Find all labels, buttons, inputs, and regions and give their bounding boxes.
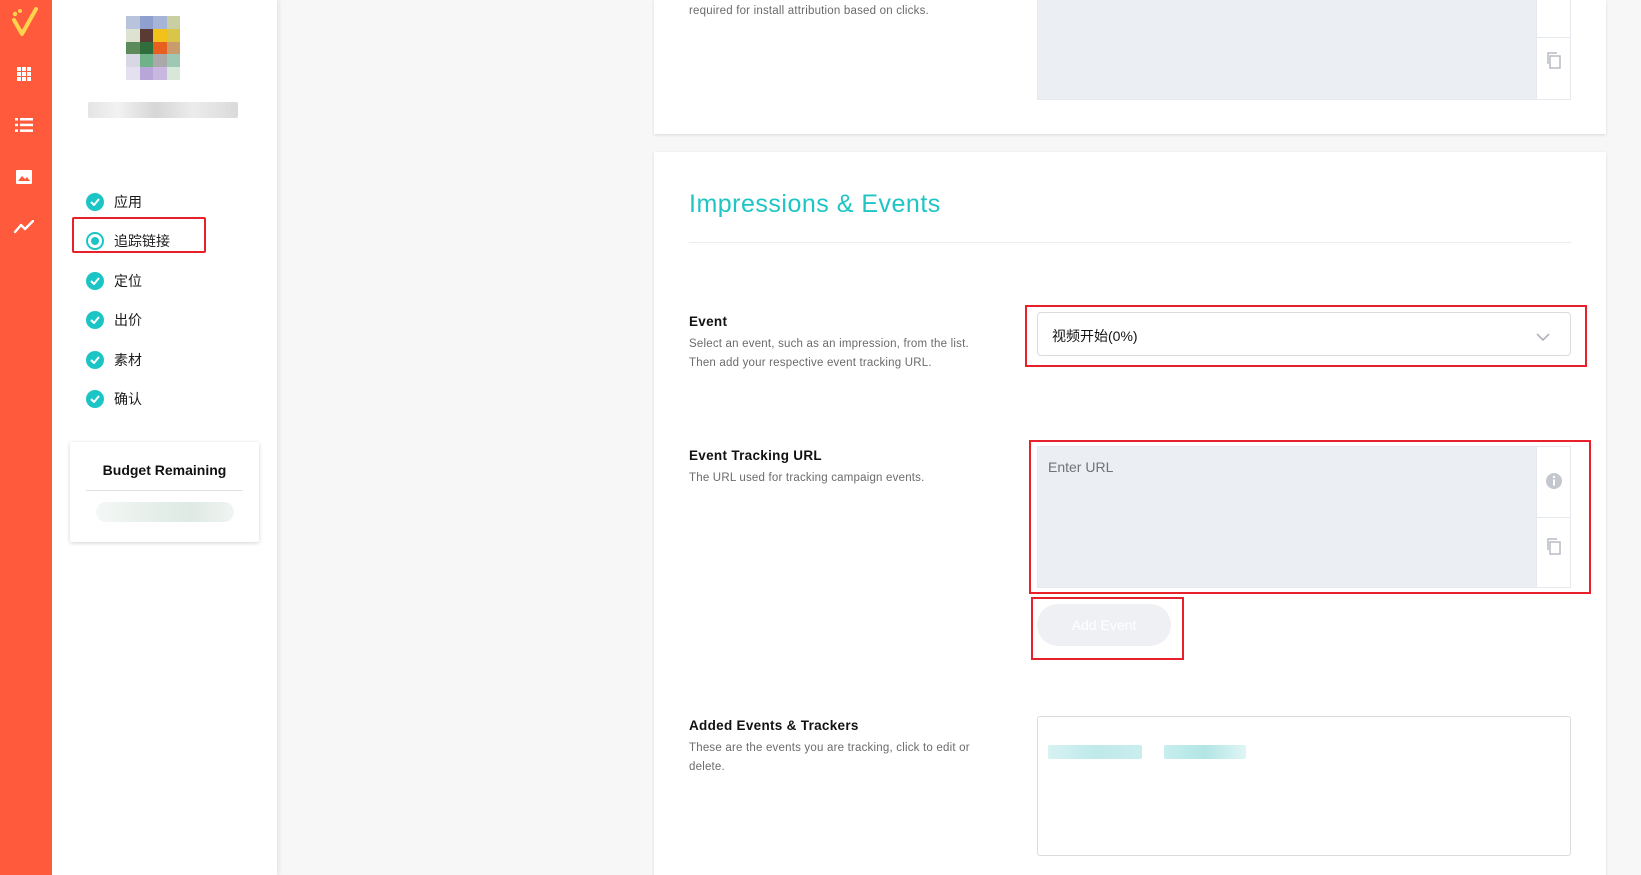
step-label: 定位 [114, 272, 142, 289]
step-app[interactable]: 应用 [86, 182, 170, 222]
step-label: 确认 [114, 391, 142, 408]
check-icon [86, 350, 104, 369]
budget-card: Budget Remaining [70, 442, 259, 542]
added-events-label: Added Events & Trackers [689, 718, 859, 733]
click-url-input[interactable] [1037, 0, 1571, 100]
section-title: Impressions & Events [689, 190, 941, 218]
divider [689, 242, 1571, 243]
step-targeting[interactable]: 定位 [86, 261, 170, 301]
tracking-url-field [1037, 446, 1571, 588]
tracker-item[interactable] [1164, 745, 1246, 759]
impressions-events-card: Impressions & Events Event Select an eve… [654, 152, 1606, 875]
copy-icon[interactable] [1545, 51, 1563, 74]
trend-icon[interactable] [12, 215, 36, 239]
app-rail [0, 0, 52, 875]
event-help: Select an event, such as an impression, … [689, 338, 969, 369]
step-label: 素材 [114, 351, 142, 368]
logo-icon[interactable] [10, 6, 42, 40]
grid-icon[interactable] [12, 62, 36, 86]
copy-icon[interactable] [1545, 537, 1563, 560]
account-header [88, 14, 238, 120]
budget-title: Budget Remaining [102, 462, 227, 478]
add-event-button[interactable]: Add Event [1037, 604, 1171, 646]
step-label: 出价 [114, 312, 142, 329]
step-creatives[interactable]: 素材 [86, 340, 170, 380]
url-side-actions [1536, 0, 1570, 99]
sidebar [52, 0, 277, 875]
tracking-url-label: Event Tracking URL [689, 448, 822, 463]
budget-value [96, 502, 234, 522]
field-help: required for install attribution based o… [689, 5, 929, 17]
step-bidding[interactable]: 出价 [86, 301, 170, 341]
divider [86, 490, 243, 491]
added-trackers-list [1037, 716, 1571, 856]
check-icon [86, 311, 104, 330]
added-events-help: These are the events you are tracking, c… [689, 742, 970, 773]
event-select[interactable]: 视频开始(0%) [1037, 312, 1571, 356]
tracking-url-help: The URL used for tracking campaign event… [689, 472, 925, 484]
chevron-down-icon [1536, 329, 1550, 342]
avatar[interactable] [126, 16, 180, 80]
info-icon[interactable] [1545, 472, 1563, 495]
click-tracking-card: required for install attribution based o… [654, 0, 1606, 134]
event-label: Event [689, 314, 728, 329]
current-step-highlight [72, 217, 206, 253]
check-icon [86, 192, 104, 211]
step-confirm[interactable]: 确认 [86, 380, 170, 420]
check-icon [86, 390, 104, 409]
step-label: 应用 [114, 193, 142, 210]
list-icon[interactable] [12, 113, 36, 137]
account-name [88, 102, 238, 118]
check-icon [86, 271, 104, 290]
image-icon[interactable] [12, 165, 36, 189]
url-side-actions [1536, 447, 1570, 587]
tracking-url-input[interactable] [1038, 447, 1536, 587]
tracker-item[interactable] [1048, 745, 1142, 759]
event-select-value: 视频开始(0%) [1052, 328, 1138, 344]
